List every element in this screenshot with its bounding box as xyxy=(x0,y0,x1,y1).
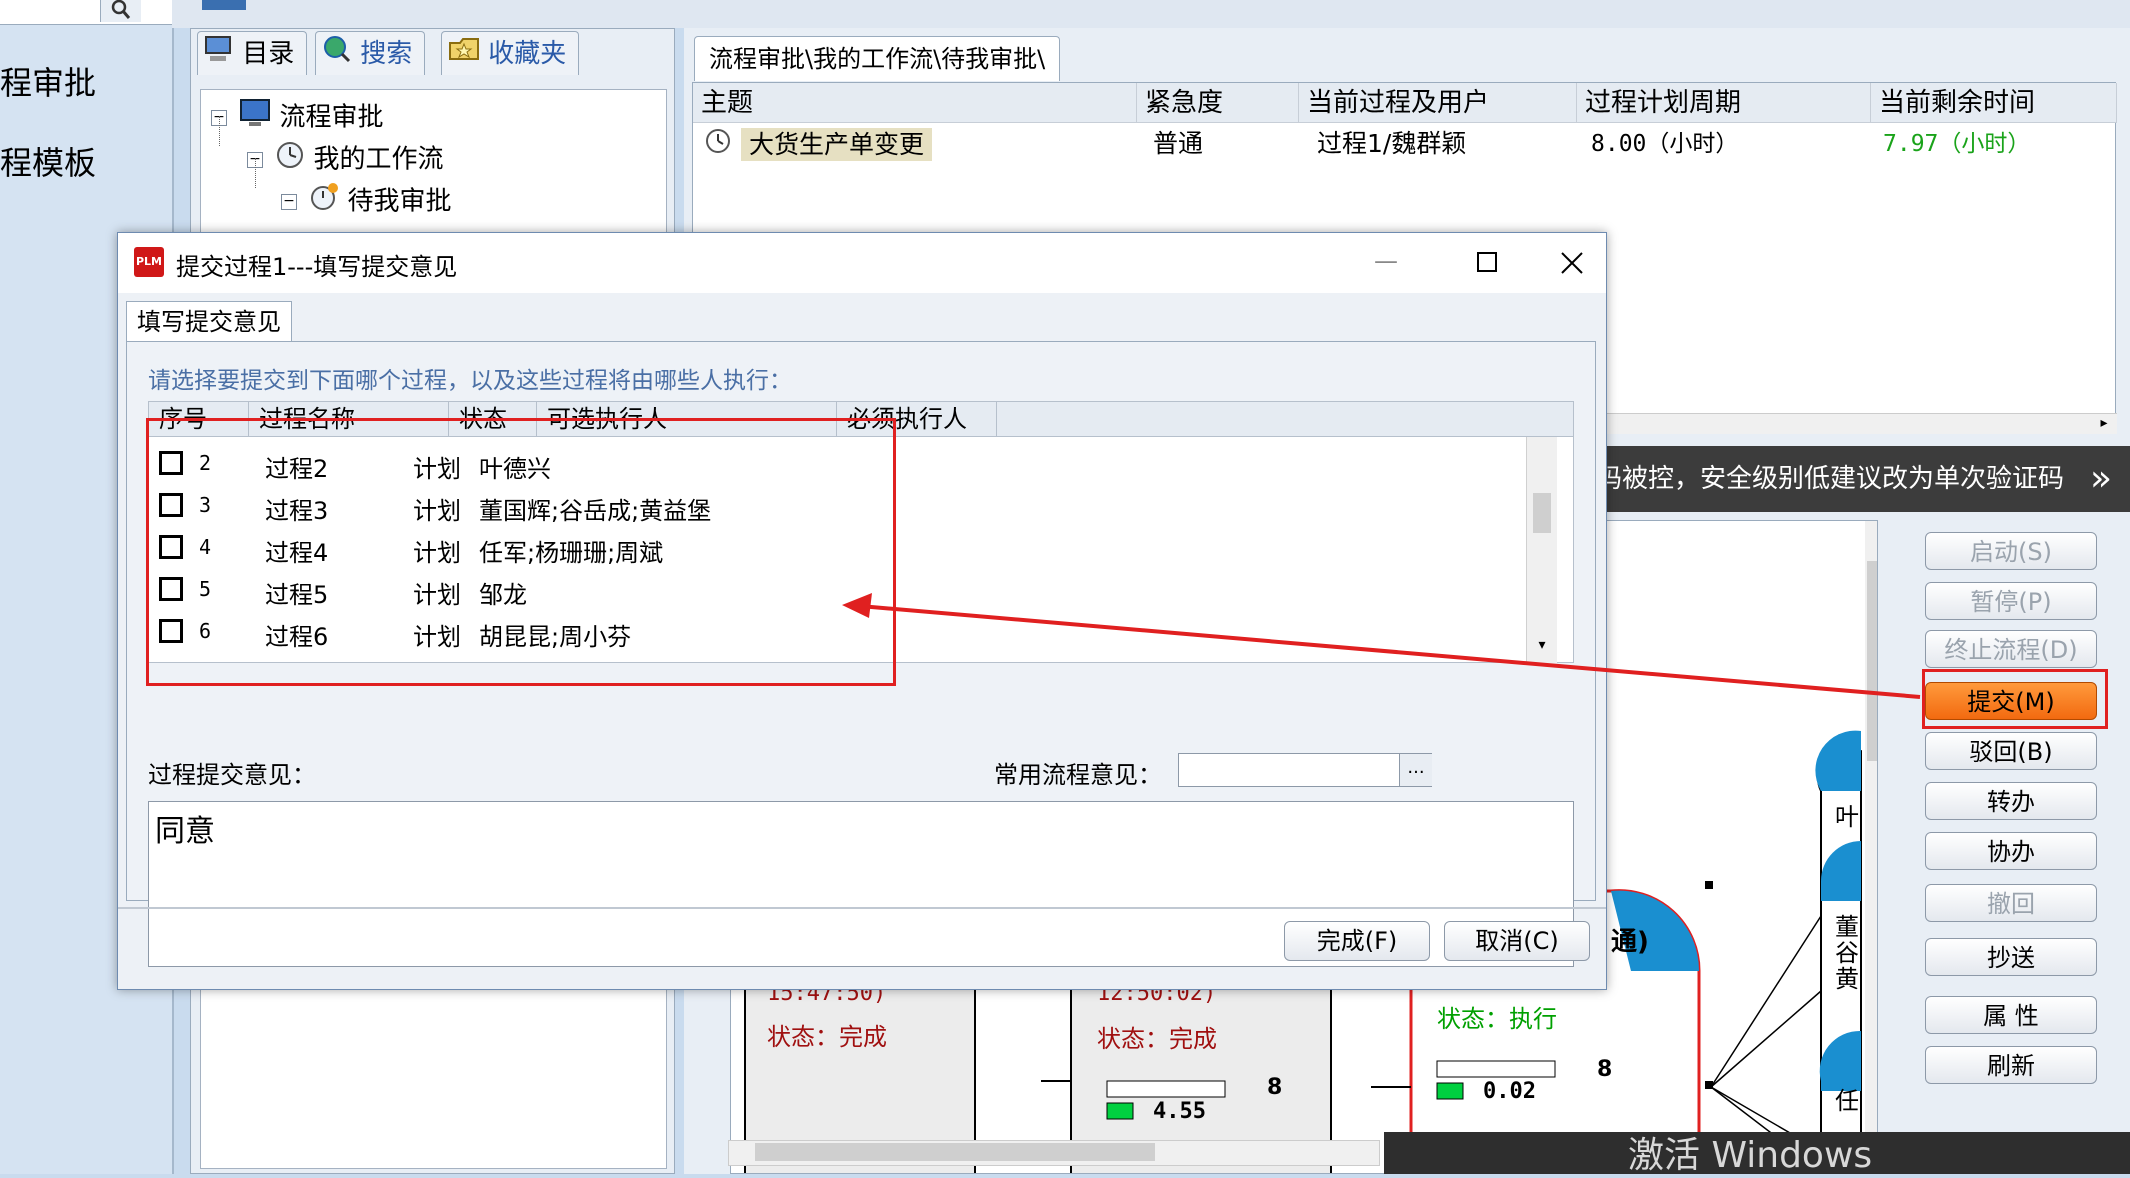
annotation-arrow xyxy=(842,593,1921,699)
